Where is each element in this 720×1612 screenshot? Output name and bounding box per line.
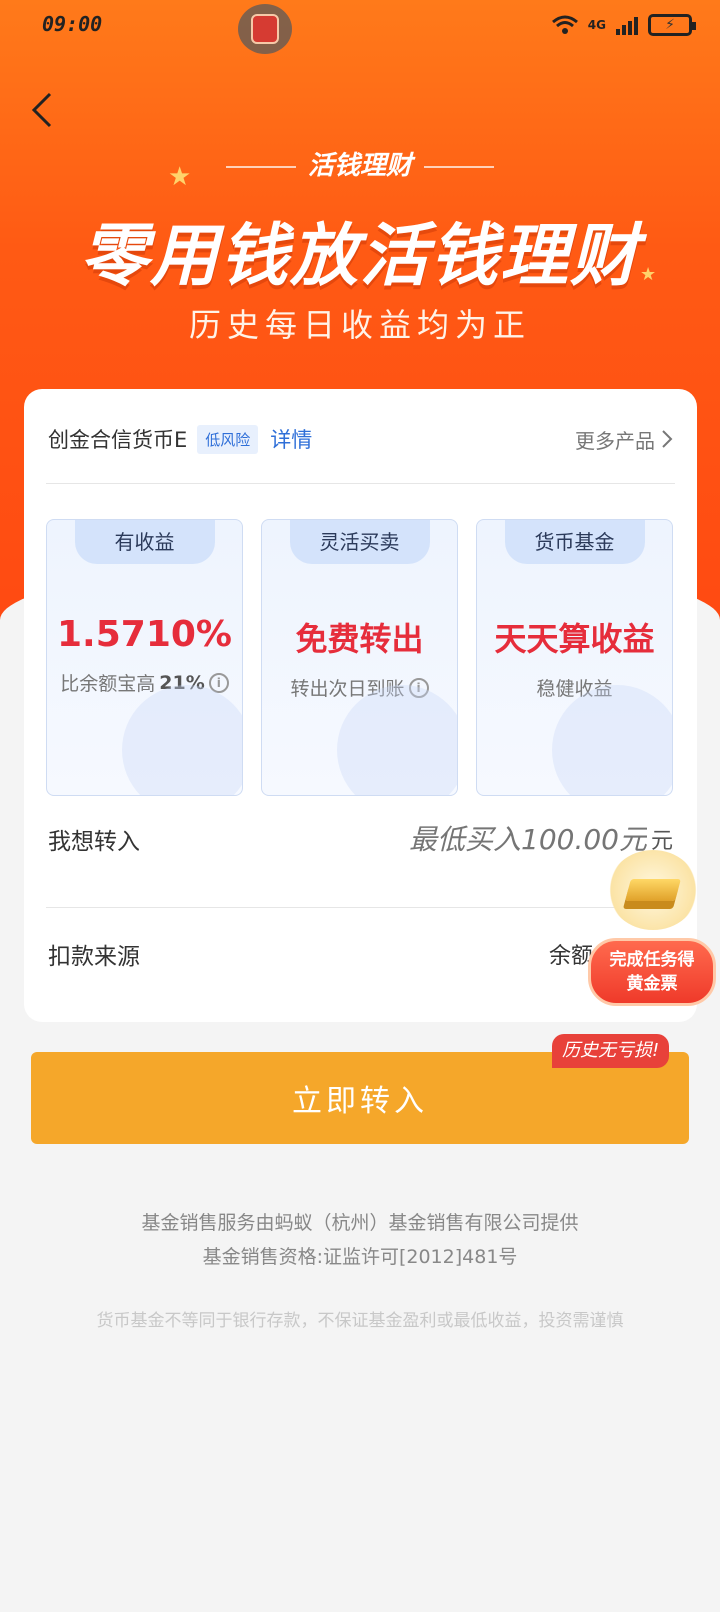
promo-line2: 黄金票: [626, 974, 678, 994]
signal-icon: [616, 15, 638, 35]
hero-title: 零用钱放活钱理财: [79, 217, 640, 296]
wifi-icon: [551, 15, 578, 34]
app-notification-icon: [238, 4, 292, 54]
feature-headline: 天天算收益: [494, 620, 655, 658]
gold-ticket-promo[interactable]: 完成任务得 黄金票: [588, 850, 718, 1010]
source-row[interactable]: 扣款来源 余额: [48, 914, 673, 994]
feature-card-money-fund: 货币基金 天天算收益 稳健收益: [476, 519, 673, 796]
status-indicators: 4G ⚡: [551, 14, 696, 36]
feature-tab: 有收益: [74, 520, 215, 564]
source-value: 余额: [548, 944, 593, 969]
footer-license: 基金销售资格:证监许可[2012]481号: [202, 1246, 518, 1268]
history-badge: 历史无亏损!: [552, 1034, 670, 1068]
more-products-label: 更多产品: [575, 428, 655, 453]
yield-rate: 1.5710%: [57, 614, 232, 655]
detail-link[interactable]: 详情: [270, 424, 312, 454]
more-products-link[interactable]: 更多产品: [575, 425, 673, 454]
hero-tag: 活钱理财: [0, 145, 720, 182]
hero-subtitle: 历史每日收益均为正: [188, 306, 531, 344]
promo-line1: 完成任务得: [609, 950, 695, 970]
feature-headline: 免费转出: [295, 620, 424, 658]
chevron-right-icon: [662, 430, 673, 448]
promo-button[interactable]: 完成任务得 黄金票: [588, 938, 716, 1006]
status-time: 09:00: [42, 12, 103, 36]
amount-label: 我想转入: [48, 829, 140, 855]
network-type: 4G: [587, 18, 606, 32]
feature-card-flexible: 灵活买卖 免费转出 转出次日到账 i: [261, 519, 458, 796]
divider: [46, 907, 675, 908]
back-button[interactable]: [22, 88, 62, 132]
divider: [46, 483, 675, 484]
feature-tab: 灵活买卖: [289, 520, 430, 564]
gold-bar-icon: [608, 850, 698, 930]
fund-name: 创金合信货币E: [48, 428, 188, 452]
disclaimer: 货币基金不等同于银行存款，不保证基金盈利或最低收益，投资需谨慎: [96, 1311, 624, 1331]
source-label: 扣款来源: [48, 944, 140, 970]
risk-badge: 低风险: [197, 424, 259, 454]
battery-icon: ⚡: [648, 14, 696, 36]
footer-service: 基金销售服务由蚂蚁（杭州）基金销售有限公司提供: [141, 1212, 579, 1234]
feature-list: 有收益 1.5710% 比余额宝高 21% i 灵活买卖 免费转出 转出次日到账 …: [46, 519, 673, 796]
chevron-left-icon: [31, 92, 52, 128]
fund-header: 创金合信货币E 低风险 详情 更多产品: [48, 419, 673, 459]
amount-row: 我想转入 元: [48, 799, 673, 879]
feature-tab: 货币基金: [504, 520, 645, 564]
feature-card-yield: 有收益 1.5710% 比余额宝高 21% i: [46, 519, 243, 796]
